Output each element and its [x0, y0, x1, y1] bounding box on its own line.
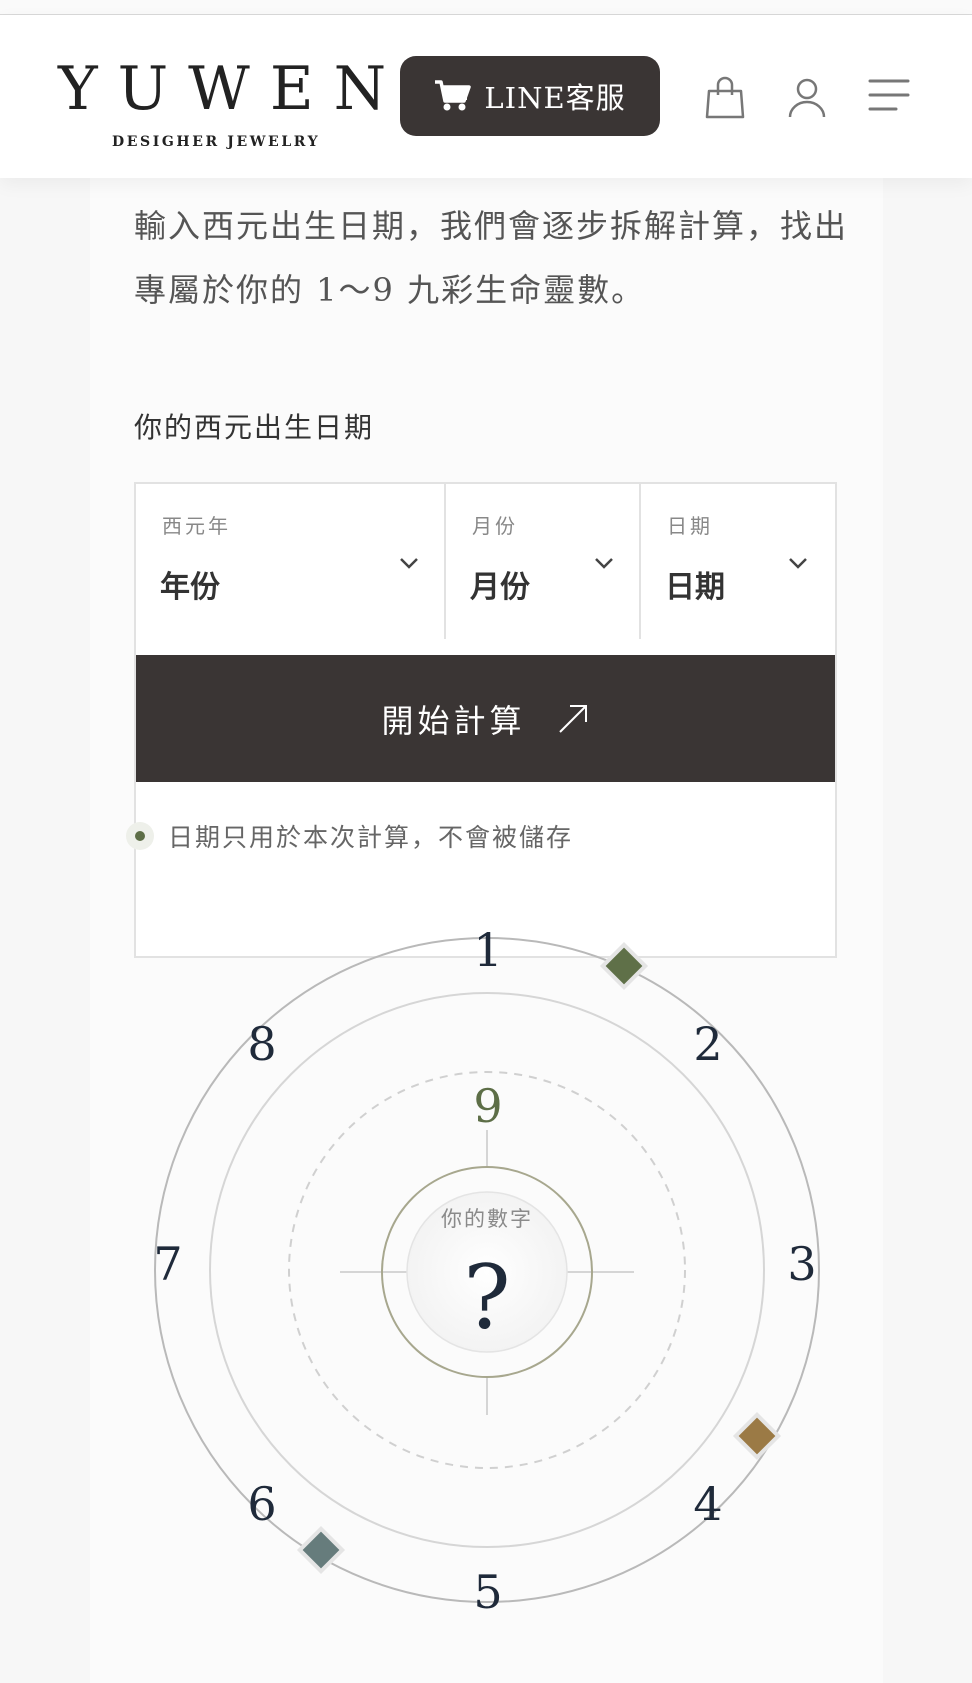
bullet-dot-icon [126, 822, 154, 850]
intro-text: 輸入西元出生日期，我們會逐步拆解計算，找出專屬於你的 1～9 九彩生命靈數。 [134, 207, 849, 309]
chevron-down-icon [789, 558, 807, 569]
brand-logo[interactable]: YUWEN DESIGHER JEWELRY [58, 49, 407, 159]
month-caption: 月份 [472, 514, 518, 538]
brand-name: YUWEN [58, 54, 407, 124]
chevron-down-icon [400, 558, 418, 569]
day-select[interactable]: 日期 日期 [641, 484, 835, 639]
cart-icon [435, 80, 472, 111]
birthdate-label: 你的西元出生日期 [134, 411, 375, 444]
start-calculation-button[interactable]: 開始計算 [136, 655, 835, 782]
chevron-down-icon [595, 558, 613, 569]
privacy-note-text: 日期只用於本次計算，不會被儲存 [168, 823, 574, 852]
day-caption: 日期 [667, 514, 713, 538]
year-select[interactable]: 西元年 年份 [136, 484, 446, 639]
privacy-note: 日期只用於本次計算，不會被儲存 [126, 818, 573, 854]
start-calculation-label: 開始計算 [381, 701, 526, 740]
calculator-panel: 輸入西元出生日期，我們會逐步拆解計算，找出專屬於你的 1～9 九彩生命靈數。 你… [90, 178, 883, 1683]
shopping-bag-icon[interactable] [702, 75, 748, 121]
month-select[interactable]: 月份 月份 [446, 484, 641, 639]
top-border [0, 0, 972, 15]
day-value: 日期 [665, 570, 725, 605]
year-caption: 西元年 [162, 514, 231, 538]
month-value: 月份 [470, 570, 530, 605]
site-header: YUWEN DESIGHER JEWELRY LINE客服 [0, 15, 972, 178]
line-support-button[interactable]: LINE客服 [400, 56, 660, 136]
year-value: 年份 [160, 570, 220, 605]
brand-tagline: DESIGHER JEWELRY [112, 134, 321, 150]
birthdate-form: 西元年 年份 月份 月份 日期 日期 開始計算 [134, 482, 837, 958]
menu-icon[interactable] [866, 75, 912, 121]
user-icon[interactable] [784, 75, 830, 121]
arrow-up-right-icon [558, 704, 587, 733]
line-support-label: LINE客服 [484, 81, 626, 115]
